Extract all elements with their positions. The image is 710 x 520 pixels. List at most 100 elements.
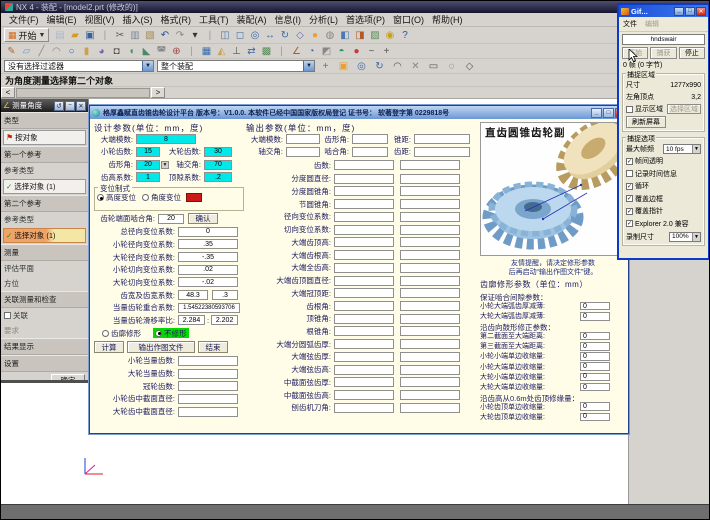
- mod-input[interactable]: 0: [580, 383, 610, 392]
- minimize-button[interactable]: _: [591, 108, 602, 118]
- extrude-icon[interactable]: ▮: [79, 45, 94, 58]
- slide-ratio-input-1[interactable]: 2.284: [178, 315, 205, 325]
- menu-item[interactable]: 窗口(O): [389, 12, 428, 27]
- blend-icon[interactable]: ◖: [124, 45, 139, 58]
- circle-icon[interactable]: ○: [64, 45, 79, 58]
- gif-option-row[interactable]: ✓ 覆盖指针: [626, 206, 701, 216]
- row-input[interactable]: [178, 356, 238, 366]
- addendum-coef-input[interactable]: 1: [136, 172, 160, 182]
- output-pinion-field[interactable]: [334, 339, 394, 349]
- gif-option-row[interactable]: 记录时间信息: [626, 169, 701, 179]
- gif-menu-file[interactable]: 文件: [623, 19, 637, 29]
- mate-constraint-icon[interactable]: ⊥: [229, 45, 244, 58]
- chevron-down-icon[interactable]: ▼: [692, 145, 700, 153]
- facewidth-input[interactable]: 48.3: [178, 290, 208, 300]
- minimize-button[interactable]: _: [674, 7, 684, 16]
- arc-icon[interactable]: ◠: [49, 45, 64, 58]
- out-shaft-angle-field[interactable]: [286, 147, 320, 157]
- stop-record-button[interactable]: 停止: [679, 47, 705, 59]
- close-button[interactable]: ✕: [76, 101, 86, 111]
- out-pressure-angle-field[interactable]: [352, 134, 388, 144]
- measure-panel-titlebar[interactable]: ∠ 测量角度 ↺ − ✕: [1, 99, 88, 112]
- open-folder-icon[interactable]: ▰: [67, 29, 82, 42]
- facewidth-coef-input[interactable]: .3: [212, 290, 238, 300]
- menu-item[interactable]: 视图(V): [81, 12, 119, 27]
- analysis-icon[interactable]: ◔: [304, 45, 319, 58]
- output-gear-field[interactable]: [400, 237, 460, 247]
- out-pitch-field[interactable]: [414, 147, 470, 157]
- output-gear-field[interactable]: [400, 276, 460, 286]
- row-input[interactable]: [178, 369, 238, 379]
- output-pinion-field[interactable]: [334, 263, 394, 273]
- toolbar-separator[interactable]: |: [274, 45, 289, 58]
- out-teeth-pinion-field[interactable]: [334, 160, 394, 170]
- coef-input[interactable]: -.35: [178, 252, 238, 262]
- eval-plane-row[interactable]: 评估平面: [1, 261, 88, 276]
- toolbar-separator[interactable]: |: [184, 45, 199, 58]
- pattern-icon[interactable]: ▩: [259, 45, 274, 58]
- section-settings[interactable]: 设置: [1, 355, 88, 372]
- highlight-icon[interactable]: ◎: [354, 60, 369, 73]
- output-pinion-field[interactable]: [334, 314, 394, 324]
- measure-angle-icon[interactable]: ∠: [289, 45, 304, 58]
- output-pinion-field[interactable]: [334, 326, 394, 336]
- output-gear-field[interactable]: [400, 199, 460, 209]
- datum-plane-icon[interactable]: ▱: [19, 45, 34, 58]
- gif-filename-combo[interactable]: hndswair: [622, 34, 705, 45]
- mod-input[interactable]: 0: [580, 332, 610, 341]
- shaft-angle-input[interactable]: 70: [204, 160, 232, 170]
- gif-option-row[interactable]: ✓ 循环: [626, 181, 701, 191]
- overlap-input[interactable]: 1.54522380593706: [178, 303, 240, 313]
- mod-input[interactable]: 0: [580, 373, 610, 382]
- assembly-icon[interactable]: ▦: [199, 45, 214, 58]
- section-assoc[interactable]: 关联测量和检查: [1, 291, 88, 308]
- type-by-object[interactable]: ⚑ 按对象: [3, 130, 86, 145]
- window-cascade-icon[interactable]: ◫: [217, 29, 232, 42]
- select-object-1[interactable]: ✓ 选择对象 (1): [3, 179, 86, 194]
- select-object-2[interactable]: ✓ 选择对象 (1): [3, 228, 86, 243]
- selection-filter-combo[interactable]: 没有选择过滤器 ▼: [4, 60, 154, 72]
- chamfer-icon[interactable]: ◣: [139, 45, 154, 58]
- calculate-button[interactable]: 计算: [94, 341, 124, 353]
- hole-icon[interactable]: ◘: [109, 45, 124, 58]
- coef-input[interactable]: -.02: [178, 277, 238, 287]
- wireframe-icon[interactable]: ◍: [322, 29, 337, 42]
- menu-item[interactable]: 文件(F): [5, 12, 43, 27]
- zoom-icon[interactable]: ◎: [247, 29, 262, 42]
- output-pinion-field[interactable]: [334, 390, 394, 400]
- shell-icon[interactable]: ◚: [154, 45, 169, 58]
- checkbox[interactable]: ✓: [626, 220, 633, 227]
- orientation-row[interactable]: 方位: [1, 276, 88, 291]
- mod-input[interactable]: 0: [580, 302, 610, 311]
- menu-item[interactable]: 首选项(P): [342, 12, 389, 27]
- fit-view-icon[interactable]: ◻: [232, 29, 247, 42]
- curve-rule-icon[interactable]: ◠: [390, 60, 405, 73]
- line-icon[interactable]: ╱: [34, 45, 49, 58]
- sketch-icon[interactable]: ✎: [4, 45, 19, 58]
- gif-option-row[interactable]: ✓ Explorer 2.0 兼容: [626, 219, 701, 229]
- output-gear-field[interactable]: [400, 339, 460, 349]
- add-component-icon[interactable]: ◭: [214, 45, 229, 58]
- mod-input[interactable]: 0: [580, 352, 610, 361]
- out-cone-distance-field[interactable]: [414, 134, 470, 144]
- menu-item[interactable]: 插入(S): [119, 12, 157, 27]
- polygon-select-icon[interactable]: ◇: [462, 60, 477, 73]
- radio-profile-mod[interactable]: [102, 330, 109, 337]
- output-pinion-field[interactable]: [334, 276, 394, 286]
- gif-option-row[interactable]: ✓ 覆盖边框: [626, 194, 701, 204]
- output-gear-field[interactable]: [400, 377, 460, 387]
- menu-item[interactable]: 信息(I): [271, 12, 306, 27]
- dropdown-arrow-icon[interactable]: ▾: [187, 29, 202, 42]
- lasso-select-icon[interactable]: ◌: [444, 60, 459, 73]
- checkbox[interactable]: [626, 106, 633, 113]
- mod-input[interactable]: 0: [580, 312, 610, 321]
- selection-scope-combo[interactable]: 整个装配 ▼: [157, 60, 315, 72]
- mesh-angle-input[interactable]: 20: [158, 214, 184, 224]
- spline-icon[interactable]: ~: [364, 45, 379, 58]
- output-pinion-field[interactable]: [334, 352, 394, 362]
- gif-option-row[interactable]: ✓ 帧间透明: [626, 156, 701, 166]
- tab-strip[interactable]: [16, 88, 150, 98]
- mod-input[interactable]: 0: [580, 413, 610, 422]
- output-pinion-field[interactable]: [334, 174, 394, 184]
- shaded-view-icon[interactable]: ●: [307, 29, 322, 42]
